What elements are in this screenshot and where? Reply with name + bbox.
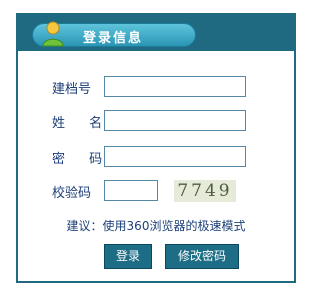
password-label: 密 码 <box>52 152 113 167</box>
captcha-input[interactable] <box>104 180 158 201</box>
password-input[interactable] <box>104 146 246 167</box>
captcha-image[interactable]: 7749 <box>174 180 236 202</box>
name-label: 姓 名 <box>52 116 113 131</box>
user-icon <box>41 19 65 47</box>
title-tab: 登录信息 <box>32 21 196 47</box>
archive-no-input[interactable] <box>104 76 246 97</box>
login-button[interactable]: 登录 <box>104 244 152 269</box>
name-input[interactable] <box>104 110 246 131</box>
panel-title: 登录信息 <box>83 31 144 46</box>
captcha-label: 校验码 <box>52 186 92 201</box>
browser-hint: 建议：使用360浏览器的极速模式 <box>66 219 246 233</box>
panel-header: 登录信息 <box>18 15 294 51</box>
change-password-button[interactable]: 修改密码 <box>165 244 239 269</box>
archive-no-label: 建档号 <box>52 82 92 97</box>
login-panel: 登录信息 建档号 姓 名 密 码 校验码 7749 建议：使用360浏览器的极速… <box>16 13 296 283</box>
